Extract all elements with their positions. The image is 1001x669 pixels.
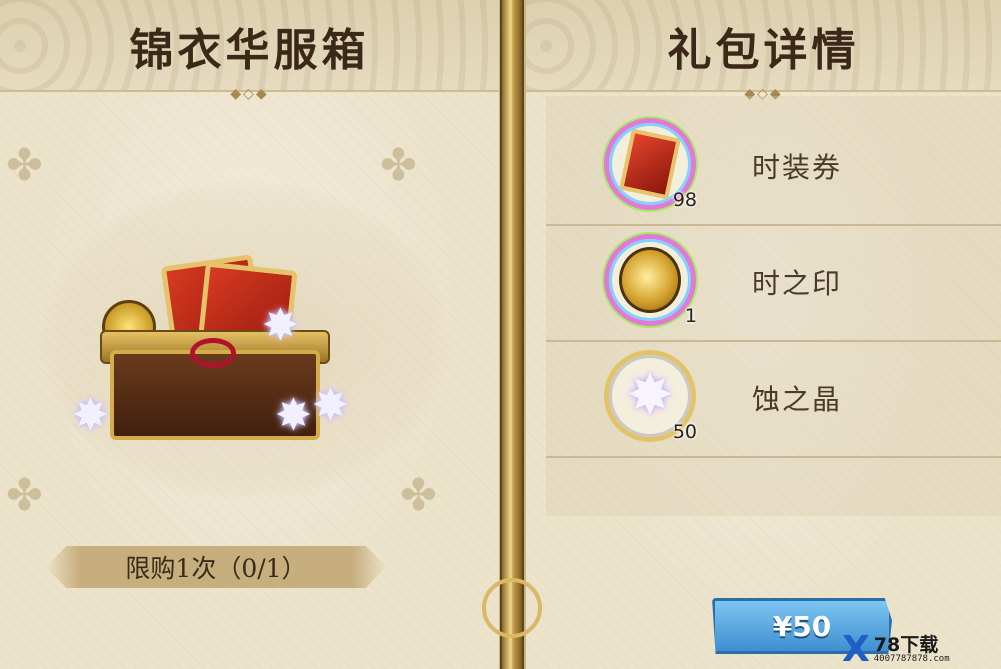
watermark-logo-icon: X: [842, 628, 870, 669]
watermark-main-text: 78下载: [873, 633, 939, 656]
purchase-limit-banner: 限购1次（0/1）: [46, 546, 386, 588]
corner-ornament-icon: ✤: [380, 140, 417, 191]
treasure-chest-image: ✸ ✸ ✸ ✸: [72, 240, 360, 450]
time-seal-coin-icon: [619, 247, 681, 313]
costume-ticket-icon: [619, 128, 681, 200]
item-name: 时之印: [752, 267, 843, 300]
watermark-sub-text: 4007787878.com: [873, 653, 950, 664]
gift-details-panel: 礼包详情 ◆◇◆ 98 时装券 1 时之印 ✸ 50 蚀之晶: [520, 0, 1001, 669]
item-icon-frame[interactable]: 1: [604, 234, 697, 327]
crystal-icon: ✸: [275, 390, 312, 441]
gift-item-list: 98 时装券 1 时之印 ✸ 50 蚀之晶: [546, 96, 1001, 516]
list-item[interactable]: 98 时装券: [546, 110, 1001, 226]
item-name: 时装券: [752, 151, 843, 184]
center-divider: [500, 0, 524, 669]
item-icon-frame[interactable]: 98: [604, 118, 697, 211]
crystal-icon: ✸: [312, 380, 349, 431]
item-quantity: 1: [684, 305, 697, 327]
crystal-icon: ✸: [262, 300, 299, 351]
corner-ornament-icon: ✤: [6, 470, 43, 521]
item-icon-frame[interactable]: ✸ 50: [604, 350, 697, 443]
corner-ornament-icon: ✤: [6, 140, 43, 191]
item-quantity: 50: [672, 421, 697, 443]
site-watermark: X 78下载 4007787878.com: [842, 630, 1001, 669]
title-ornament-icon: ◆◇◆: [230, 86, 269, 102]
list-item[interactable]: 1 时之印: [546, 226, 1001, 342]
item-name: 蚀之晶: [752, 383, 843, 416]
corner-ornament-icon: ✤: [400, 470, 437, 521]
gift-box-panel: 锦衣华服箱 ◆◇◆ ✤ ✤ ✤ ✤ ✸ ✸ ✸ ✸ 限购1次（0/1）: [0, 0, 505, 669]
red-ribbon-icon: [190, 338, 236, 368]
list-item[interactable]: ✸ 50 蚀之晶: [546, 342, 1001, 458]
gift-details-title: 礼包详情: [667, 25, 860, 76]
item-quantity: 98: [672, 189, 697, 211]
crystal-icon: ✸: [72, 390, 109, 441]
eclipse-crystal-icon: ✸: [626, 363, 674, 428]
gift-box-title: 锦衣华服箱: [129, 25, 370, 76]
